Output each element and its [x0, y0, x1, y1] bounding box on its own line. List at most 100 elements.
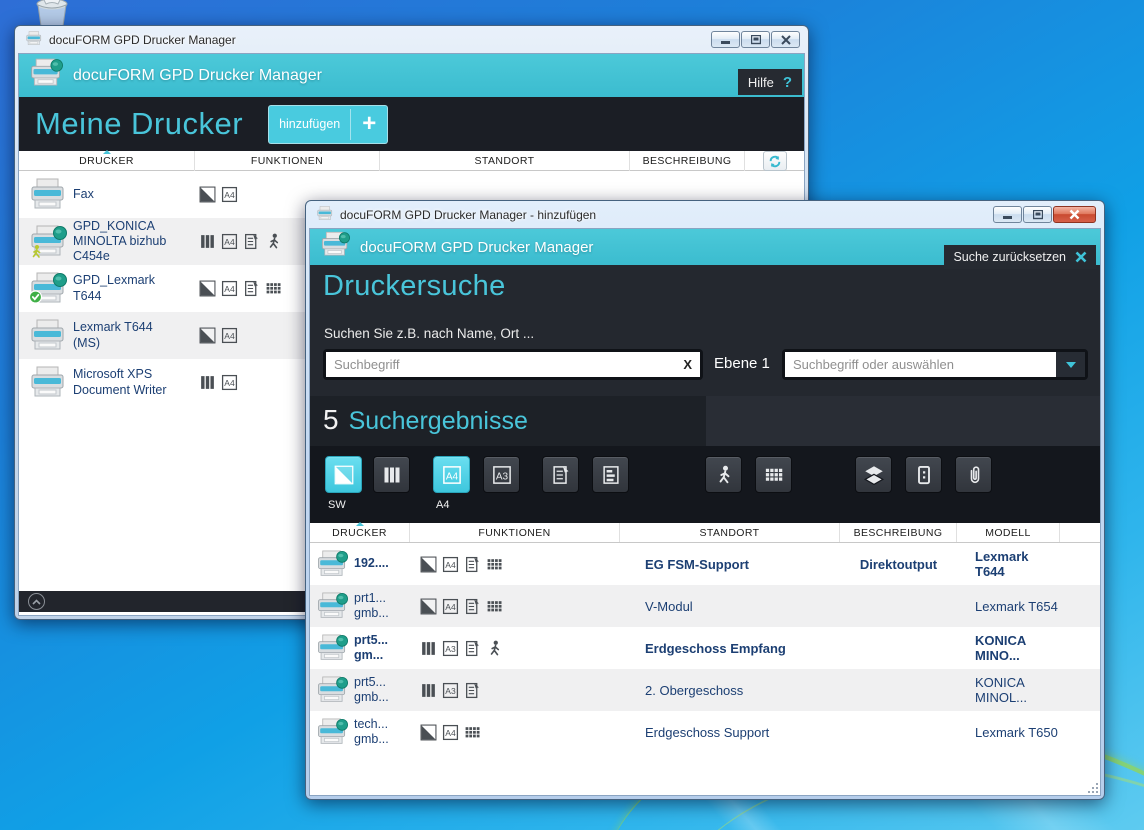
svg-text:A3: A3	[445, 686, 456, 696]
standort-cell: V-Modul	[620, 585, 840, 627]
result-row[interactable]: prt5...gmb...A32. ObergeschossKONICA MIN…	[310, 669, 1100, 711]
filter-a3-button[interactable]: A3	[483, 456, 520, 493]
svg-text:A4: A4	[224, 190, 235, 200]
level-label: Ebene 1	[714, 355, 770, 372]
printer-cell: prt5...gmb...	[310, 669, 410, 711]
back-app-header: docuFORM GPD Drucker Manager	[19, 54, 804, 97]
modell-cell: Lexmark T654	[957, 585, 1060, 627]
back-window-title: docuFORM GPD Drucker Manager	[49, 33, 705, 47]
printer-icon	[29, 225, 67, 258]
chevron-down-icon	[1066, 362, 1076, 368]
minimize-button[interactable]	[993, 206, 1022, 223]
back-titlebar[interactable]: docuFORM GPD Drucker Manager	[18, 26, 805, 53]
printer-icon	[320, 231, 350, 258]
color-icon	[420, 640, 437, 657]
dropdown-arrow-button[interactable]	[1056, 352, 1085, 377]
result-row[interactable]: prt5...gm...A3Erdgeschoss EmpfangKONICA …	[310, 627, 1100, 669]
filter-doc2-button[interactable]	[592, 456, 629, 493]
result-row[interactable]: prt1...gmb...A4V-ModulLexmark T654	[310, 585, 1100, 627]
sort-asc-icon	[356, 522, 364, 526]
close-button[interactable]	[771, 31, 800, 48]
a4-icon: A4	[442, 556, 459, 573]
recycle-bin-icon[interactable]	[30, 0, 74, 28]
doc-icon	[243, 233, 260, 250]
layers-icon	[864, 465, 884, 485]
front-titlebar[interactable]: docuFORM GPD Drucker Manager - hinzufüge…	[309, 201, 1101, 228]
functions-cell: A3	[410, 627, 620, 669]
beschreibung-cell	[840, 711, 957, 753]
printer-icon	[29, 58, 63, 88]
help-button[interactable]: Hilfe ?	[738, 69, 802, 95]
column-header-drucker[interactable]: DRUCKER	[310, 523, 410, 542]
standort-cell: EG FSM-Support	[620, 543, 840, 585]
svg-text:A4: A4	[224, 331, 235, 341]
printer-name: Lexmark T644 (MS)	[73, 320, 173, 351]
sw-icon	[199, 186, 216, 203]
search-input[interactable]	[334, 357, 677, 372]
beschreibung-cell	[840, 669, 957, 711]
a4-icon: A4	[221, 374, 238, 391]
column-header-drucker[interactable]: DRUCKER	[19, 151, 195, 171]
reset-search-button[interactable]: Suche zurücksetzen	[944, 245, 1096, 269]
sort-asc-icon	[103, 150, 111, 154]
printer-icon	[29, 272, 67, 305]
column-header-beschreibung[interactable]: BESCHREIBUNG	[630, 151, 745, 171]
filter-doc-button[interactable]	[542, 456, 579, 493]
front-table-body: 192.... A4 EG FSM-SupportDirektoutputLexma…	[310, 543, 1100, 774]
refresh-button[interactable]	[763, 151, 787, 171]
color-icon	[382, 465, 402, 485]
results-label: Suchergebnisse	[349, 407, 528, 436]
column-header-standort[interactable]: STANDORT	[380, 151, 630, 171]
result-row[interactable]: 192....A4EG FSM-SupportDirektoutputLexma…	[310, 543, 1100, 585]
printer-cell: prt5...gm...	[310, 627, 410, 669]
filter-layers-button[interactable]	[855, 456, 892, 493]
filter-a4-button[interactable]: A4	[433, 456, 470, 493]
filter-person-button[interactable]	[705, 456, 742, 493]
minimize-button[interactable]	[711, 31, 740, 48]
sw-icon	[334, 465, 354, 485]
svg-text:A4: A4	[445, 471, 458, 482]
result-row[interactable]: tech...gmb...A4Erdgeschoss SupportLexmar…	[310, 711, 1100, 753]
column-header-modell[interactable]: MODELL	[957, 523, 1060, 542]
beschreibung-cell: Direktoutput	[840, 543, 957, 585]
printer-icon	[25, 31, 43, 46]
a4-icon: A4	[221, 233, 238, 250]
beschreibung-cell	[840, 585, 957, 627]
printer-cell: prt1...gmb...	[310, 585, 410, 627]
svg-text:A4: A4	[224, 237, 235, 247]
beschreibung-cell	[840, 627, 957, 669]
filter-grid-button[interactable]	[755, 456, 792, 493]
person-icon	[714, 465, 734, 485]
app-logo-printer-icon	[320, 231, 350, 263]
add-printer-button[interactable]: hinzufügen +	[269, 106, 387, 143]
filter-sw-button[interactable]	[325, 456, 362, 493]
a4-icon: A4	[442, 465, 462, 485]
column-header-standort[interactable]: STANDORT	[620, 523, 840, 542]
grid-icon	[265, 280, 282, 297]
filter-clip-button[interactable]	[955, 456, 992, 493]
person-icon	[265, 233, 282, 250]
color-icon	[199, 374, 216, 391]
close-button[interactable]	[1053, 206, 1096, 223]
plus-icon: +	[351, 106, 387, 143]
grid-icon	[486, 598, 503, 615]
printer-name: Fax	[73, 187, 94, 202]
column-header-funktionen[interactable]: FUNKTIONEN	[195, 151, 380, 171]
printer-name: GPD_KONICA MINOLTA bizhub C454e	[73, 219, 173, 265]
printer-cell: 192....	[310, 543, 410, 585]
column-header-beschreibung[interactable]: BESCHREIBUNG	[840, 523, 957, 542]
maximize-button[interactable]	[1023, 206, 1052, 223]
grid-icon	[464, 724, 481, 741]
front-table-header: DRUCKER FUNKTIONEN STANDORT BESCHREIBUNG…	[310, 523, 1100, 543]
resize-grip[interactable]	[1086, 781, 1098, 793]
clear-search-button[interactable]: X	[677, 357, 692, 372]
filter-color-button[interactable]	[373, 456, 410, 493]
maximize-button[interactable]	[741, 31, 770, 48]
filter-label-a4: A4	[433, 499, 470, 511]
doc2-icon	[601, 465, 621, 485]
column-header-funktionen[interactable]: FUNKTIONEN	[410, 523, 620, 542]
expand-up-button[interactable]	[28, 593, 45, 610]
filter-cabinet-button[interactable]	[905, 456, 942, 493]
level-dropdown[interactable]: Suchbegriff oder auswählen	[782, 349, 1088, 380]
printer-name: tech...gmb...	[354, 717, 389, 748]
